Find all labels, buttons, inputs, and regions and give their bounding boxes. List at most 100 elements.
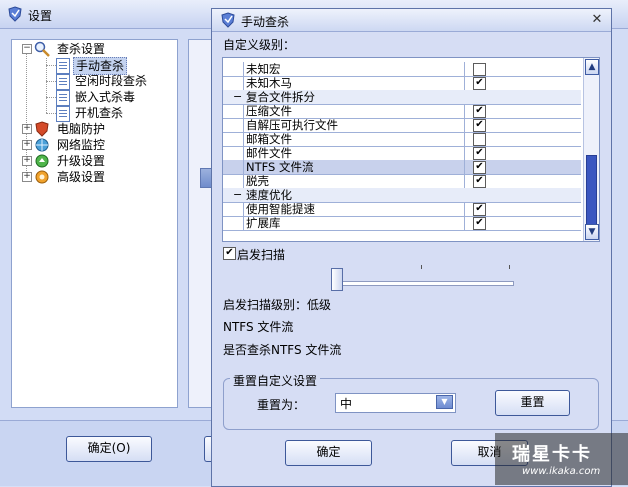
grid-column-divider bbox=[464, 160, 465, 174]
tree-label: 升级设置 bbox=[57, 154, 106, 168]
settings-ok-button[interactable]: 确定(O) bbox=[66, 436, 152, 462]
grid-option-row[interactable]: NTFS 文件流 ✔ bbox=[223, 160, 581, 175]
dialog-titlebar: 手动查杀 ✕ bbox=[212, 9, 611, 32]
heuristic-level-slider-thumb[interactable] bbox=[331, 268, 343, 291]
expand-icon[interactable]: + bbox=[22, 172, 32, 182]
magnifier-icon bbox=[34, 41, 50, 57]
network-icon bbox=[35, 138, 49, 152]
tree-item-manual-scan[interactable]: 手动查杀 bbox=[12, 57, 172, 75]
tree-item-embedded-scan[interactable]: 嵌入式杀毒 bbox=[12, 89, 172, 106]
grid-option-checkbox[interactable] bbox=[473, 63, 486, 76]
grid-option-row[interactable]: 脱壳 ✔ bbox=[223, 174, 581, 189]
expand-icon[interactable]: + bbox=[22, 124, 32, 134]
watermark-logo: 瑞星卡卡 bbox=[512, 444, 592, 465]
heuristic-scan-label: 启发扫描 bbox=[237, 248, 286, 262]
expand-icon[interactable]: + bbox=[22, 140, 32, 150]
grid-option-checkbox[interactable]: ✔ bbox=[473, 77, 486, 90]
document-icon bbox=[56, 74, 70, 90]
grid-group-row[interactable]: − 速度优化 bbox=[223, 188, 581, 203]
grid-option-row[interactable]: 邮件文件 ✔ bbox=[223, 146, 581, 161]
grid-row-gutter bbox=[223, 174, 244, 188]
gear-icon bbox=[35, 170, 49, 184]
grid-column-divider bbox=[464, 62, 465, 76]
grid-option-row[interactable]: 未知木马 ✔ bbox=[223, 76, 581, 91]
reset-to-label: 重置为： bbox=[257, 398, 306, 412]
grid-column-divider bbox=[464, 132, 465, 146]
collapse-icon[interactable]: − bbox=[22, 44, 32, 54]
tree-item-scan-settings[interactable]: − 查杀设置 bbox=[12, 41, 172, 57]
grid-option-row[interactable]: 邮箱文件 bbox=[223, 132, 581, 147]
grid-column-divider bbox=[464, 76, 465, 90]
grid-row-gutter bbox=[223, 132, 244, 146]
shield-icon bbox=[35, 121, 49, 137]
grid-row-gutter bbox=[223, 160, 244, 174]
settings-tree: − 查杀设置 手动查杀 空闲时段查杀 嵌入式杀毒 开机查杀 + 电脑防护 + 网… bbox=[11, 39, 178, 408]
grid-option-label: 未知木马 bbox=[246, 76, 292, 90]
reset-level-value: 中 bbox=[340, 397, 353, 411]
scan-options-grid: 未知宏 未知木马 ✔ − 复合文件拆分 压缩文件 ✔ 自解压可执行文件 ✔ 邮箱文件 邮件文件 ✔ NT… bbox=[222, 57, 600, 242]
settings-title: 设置 bbox=[28, 9, 53, 23]
tree-item-upgrade[interactable]: + 升级设置 bbox=[12, 153, 172, 169]
reset-level-select[interactable]: 中 ▼ bbox=[335, 393, 456, 413]
grid-option-label: 脱壳 bbox=[246, 174, 269, 188]
grid-row-gutter bbox=[223, 146, 244, 160]
grid-option-row[interactable]: 压缩文件 ✔ bbox=[223, 104, 581, 119]
grid-option-label: 扩展库 bbox=[246, 216, 281, 230]
grid-row-gutter bbox=[223, 104, 244, 118]
grid-option-row[interactable]: 自解压可执行文件 ✔ bbox=[223, 118, 581, 133]
collapse-icon[interactable]: − bbox=[233, 90, 242, 104]
tree-label: 电脑防护 bbox=[57, 122, 106, 136]
grid-group-row[interactable]: − 复合文件拆分 bbox=[223, 90, 581, 105]
grid-row-gutter bbox=[223, 216, 244, 230]
tree-item-net-monitor[interactable]: + 网络监控 bbox=[12, 137, 172, 153]
grid-option-checkbox[interactable]: ✔ bbox=[473, 119, 486, 132]
shield-icon bbox=[221, 12, 235, 28]
scroll-thumb[interactable] bbox=[586, 155, 597, 225]
grid-option-label: 压缩文件 bbox=[246, 104, 292, 118]
grid-scrollbar[interactable]: ▲ ▼ bbox=[583, 58, 599, 241]
upgrade-globe-icon bbox=[35, 154, 49, 168]
grid-option-checkbox[interactable] bbox=[473, 133, 486, 146]
chevron-down-icon[interactable]: ▼ bbox=[436, 395, 453, 409]
grid-option-row[interactable]: 使用智能提速 ✔ bbox=[223, 202, 581, 217]
tree-item-pc-protect[interactable]: + 电脑防护 bbox=[12, 121, 172, 137]
grid-option-row[interactable]: 扩展库 ✔ bbox=[223, 216, 581, 231]
tree-item-boot-scan[interactable]: 开机查杀 bbox=[12, 105, 172, 122]
scroll-up-arrow-icon[interactable]: ▲ bbox=[585, 59, 599, 75]
grid-option-checkbox[interactable]: ✔ bbox=[473, 203, 486, 216]
grid-column-divider bbox=[464, 216, 465, 230]
document-icon bbox=[56, 106, 70, 122]
slider-tick bbox=[421, 265, 422, 269]
grid-option-checkbox[interactable]: ✔ bbox=[473, 105, 486, 118]
dialog-title: 手动查杀 bbox=[241, 15, 290, 29]
grid-option-checkbox[interactable]: ✔ bbox=[473, 217, 486, 230]
watermark-url: www.ikaka.com bbox=[522, 466, 601, 477]
grid-option-checkbox[interactable]: ✔ bbox=[473, 161, 486, 174]
tree-item-advanced[interactable]: + 高级设置 bbox=[12, 169, 172, 185]
grid-option-checkbox[interactable]: ✔ bbox=[473, 147, 486, 160]
document-icon bbox=[56, 58, 70, 74]
scroll-down-arrow-icon[interactable]: ▼ bbox=[585, 224, 599, 240]
ok-button[interactable]: 确定 bbox=[285, 440, 372, 466]
manual-scan-dialog: 手动查杀 ✕ 自定义级别： 未知宏 未知木马 ✔ − 复合文件拆分 压缩文件 ✔ 自解压可执行… bbox=[211, 8, 612, 487]
tree-label: 查杀设置 bbox=[57, 42, 106, 56]
heuristic-scan-checkbox[interactable]: ✔ bbox=[223, 247, 236, 260]
grid-column-divider bbox=[464, 104, 465, 118]
grid-option-row[interactable]: 未知宏 bbox=[223, 62, 581, 77]
close-icon[interactable]: ✕ bbox=[589, 12, 605, 28]
tree-label: 高级设置 bbox=[57, 170, 106, 184]
reset-button[interactable]: 重置 bbox=[495, 390, 570, 416]
grid-column-divider bbox=[464, 174, 465, 188]
grid-option-label: 未知宏 bbox=[246, 62, 281, 76]
grid-row-gutter bbox=[223, 76, 244, 90]
collapse-icon[interactable]: − bbox=[233, 188, 242, 202]
expand-icon[interactable]: + bbox=[22, 156, 32, 166]
slider-tick bbox=[509, 265, 510, 269]
grid-row-gutter bbox=[223, 62, 244, 76]
tree-item-idle-scan[interactable]: 空闲时段查杀 bbox=[12, 73, 172, 90]
grid-option-checkbox[interactable]: ✔ bbox=[473, 175, 486, 188]
grid-option-label: 邮箱文件 bbox=[246, 132, 292, 146]
grid-column-divider bbox=[464, 202, 465, 216]
grid-column-divider bbox=[464, 118, 465, 132]
heuristic-level-slider-track[interactable] bbox=[334, 281, 514, 286]
